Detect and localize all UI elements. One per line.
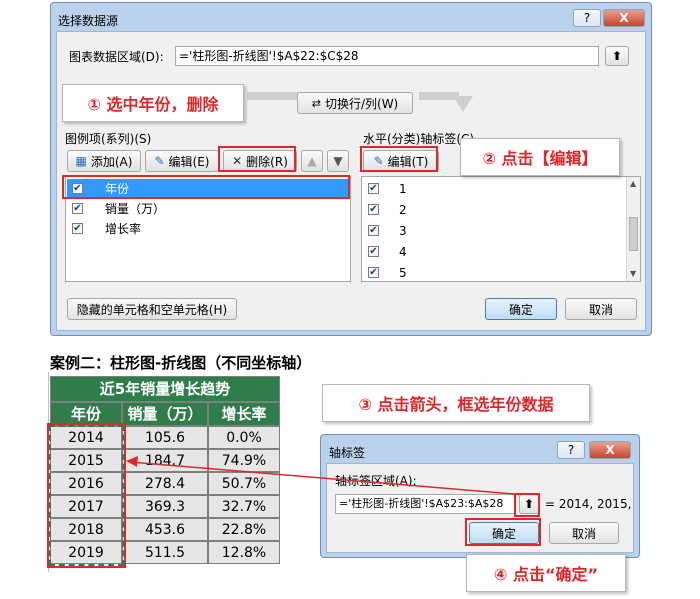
connector-arrow xyxy=(126,456,515,495)
